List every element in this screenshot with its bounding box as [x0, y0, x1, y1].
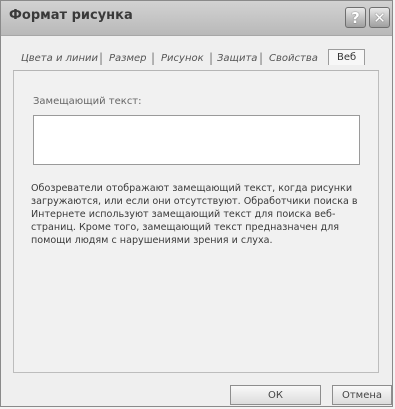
help-icon: ? [351, 9, 360, 27]
tab-protection[interactable]: Защита [217, 53, 257, 64]
close-icon: ✕ [373, 9, 386, 27]
close-button[interactable]: ✕ [369, 7, 390, 28]
cancel-button[interactable]: Отмена [332, 385, 392, 405]
tab-size[interactable]: Размер [109, 53, 147, 64]
alt-text-input[interactable] [33, 115, 360, 165]
alt-text-description: Обозреватели отображают замещающий текст… [31, 183, 358, 246]
tab-properties[interactable]: Свойства [269, 53, 318, 64]
ok-button[interactable]: ОК [230, 385, 321, 405]
tab-web[interactable]: Веб [328, 49, 366, 65]
tab-picture[interactable]: Рисунок [161, 53, 204, 64]
alt-text-label: Замещающий текст: [33, 96, 142, 107]
tab-strip: Цвета и линии | Размер | Рисунок | Защит… [15, 49, 379, 69]
dialog-title: Формат рисунка [9, 8, 133, 23]
format-picture-dialog: Формат рисунка ? ✕ Цвета и линии | Разме… [0, 0, 393, 407]
tab-colors-lines[interactable]: Цвета и линии [21, 53, 98, 64]
title-bar[interactable]: Формат рисунка ? ✕ [1, 1, 392, 36]
help-button[interactable]: ? [345, 7, 366, 28]
